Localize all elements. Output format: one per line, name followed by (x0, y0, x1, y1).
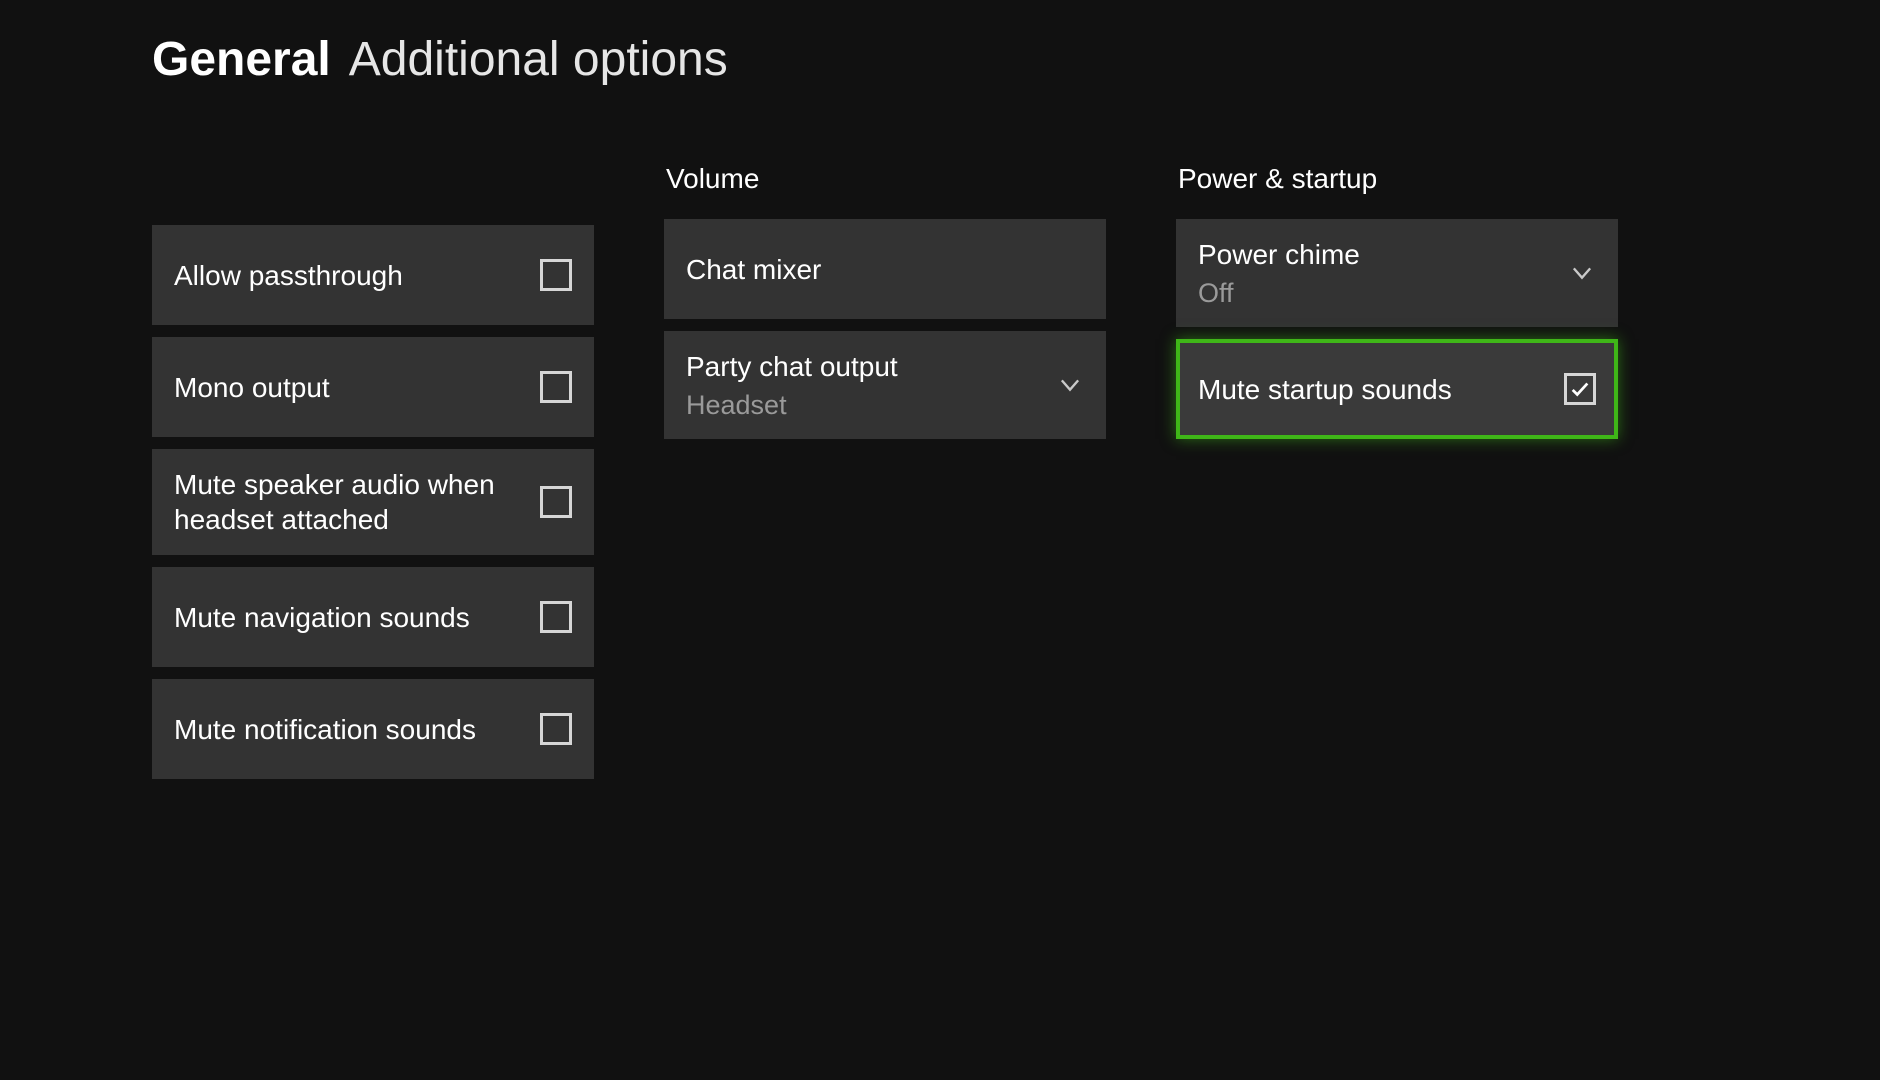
tile-label: Party chat output (686, 349, 1042, 384)
allow-passthrough-toggle[interactable]: Allow passthrough (152, 225, 594, 325)
checkbox-icon (540, 601, 572, 633)
volume-title: Volume (664, 163, 1106, 195)
tile-label: Mono output (174, 370, 526, 405)
volume-column: Volume Chat mixer Party chat output Head… (664, 163, 1106, 451)
checkbox-icon (1564, 373, 1596, 405)
tile-label: Mute speaker audio when headset attached (174, 467, 526, 537)
tile-label: Chat mixer (686, 252, 1070, 287)
tile-text: Allow passthrough (174, 258, 540, 293)
mute-notification-sounds-toggle[interactable]: Mute notification sounds (152, 679, 594, 779)
tile-label: Allow passthrough (174, 258, 526, 293)
checkbox-icon (540, 259, 572, 291)
chevron-down-icon (1056, 371, 1084, 399)
tile-text: Mute speaker audio when headset attached (174, 467, 540, 537)
party-chat-output-select[interactable]: Party chat output Headset (664, 331, 1106, 439)
tile-text: Mute startup sounds (1198, 372, 1564, 407)
header-page: Additional options (349, 32, 728, 87)
checkbox-icon (540, 486, 572, 518)
tile-text: Mute navigation sounds (174, 600, 540, 635)
general-options-column: Allow passthrough Mono output Mute speak… (152, 225, 594, 791)
power-startup-title: Power & startup (1176, 163, 1618, 195)
mute-speaker-headset-toggle[interactable]: Mute speaker audio when headset attached (152, 449, 594, 555)
checkbox-icon (540, 713, 572, 745)
mute-navigation-sounds-toggle[interactable]: Mute navigation sounds (152, 567, 594, 667)
tile-value: Off (1198, 278, 1554, 309)
power-startup-column: Power & startup Power chime Off Mute sta… (1176, 163, 1618, 451)
mono-output-toggle[interactable]: Mono output (152, 337, 594, 437)
tile-label: Mute notification sounds (174, 712, 526, 747)
content-area: Allow passthrough Mono output Mute speak… (0, 87, 1880, 791)
power-chime-select[interactable]: Power chime Off (1176, 219, 1618, 327)
tile-value: Headset (686, 390, 1042, 421)
tile-label: Mute navigation sounds (174, 600, 526, 635)
tile-text: Party chat output Headset (686, 349, 1056, 421)
chat-mixer-button[interactable]: Chat mixer (664, 219, 1106, 319)
tile-text: Mono output (174, 370, 540, 405)
tile-text: Chat mixer (686, 252, 1084, 287)
mute-startup-sounds-toggle[interactable]: Mute startup sounds (1176, 339, 1618, 439)
tile-text: Mute notification sounds (174, 712, 540, 747)
tile-label: Power chime (1198, 237, 1554, 272)
tile-label: Mute startup sounds (1198, 372, 1550, 407)
tile-text: Power chime Off (1198, 237, 1568, 309)
header-category: General (152, 32, 331, 87)
page-header: General Additional options (0, 0, 1880, 87)
chevron-down-icon (1568, 259, 1596, 287)
checkbox-icon (540, 371, 572, 403)
